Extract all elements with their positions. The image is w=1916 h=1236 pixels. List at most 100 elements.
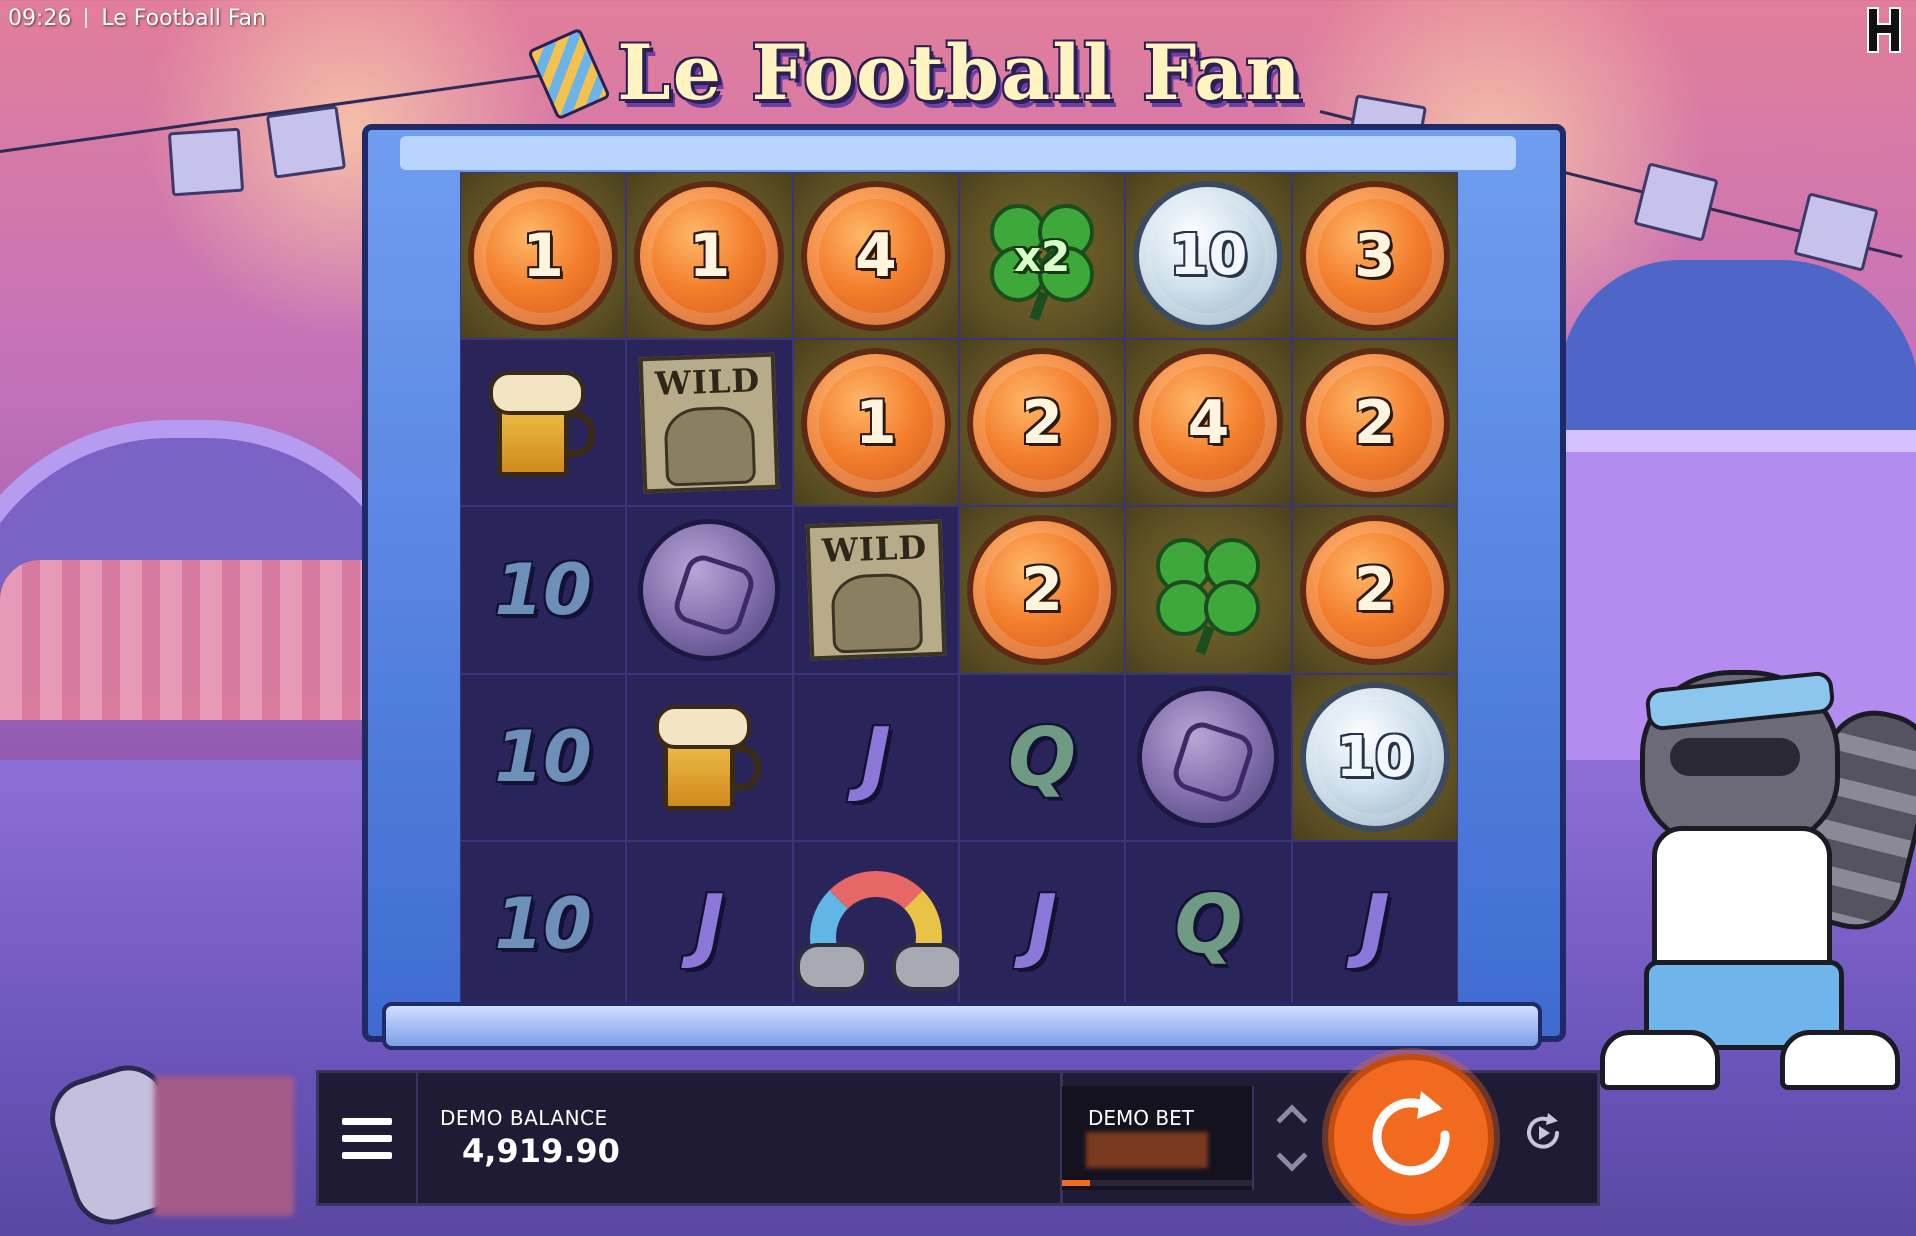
- reel-cell: 1: [460, 172, 627, 340]
- low-symbol-j: J: [860, 710, 891, 804]
- bet-label: DEMO BET: [1088, 1106, 1194, 1130]
- clover-icon: [1148, 530, 1268, 655]
- mascot-shoe: [1600, 1030, 1720, 1090]
- reel-cell: 2: [958, 339, 1126, 507]
- reel-cell: J: [1291, 840, 1458, 1008]
- reel-cell: 4: [792, 172, 959, 340]
- reel-cell: 4: [1125, 339, 1292, 507]
- chevron-down-icon[interactable]: [1276, 1140, 1308, 1172]
- coin-value: 2: [1353, 554, 1396, 625]
- reel-cell: WILD: [792, 506, 959, 674]
- coin-value: 10: [1169, 223, 1248, 289]
- orange-coin-symbol: 4: [800, 180, 951, 331]
- low-symbol-j: J: [1027, 877, 1058, 971]
- orange-coin-symbol: 2: [967, 347, 1118, 498]
- coin-value: 1: [688, 220, 731, 291]
- spin-button[interactable]: [1328, 1054, 1494, 1220]
- wild-poster-symbol: WILD: [805, 519, 947, 661]
- low-symbol-j: J: [1359, 877, 1390, 971]
- bunting-flag: [1793, 192, 1879, 272]
- clover-icon: x2: [982, 196, 1102, 321]
- reel-cell: [1125, 506, 1292, 674]
- orange-coin-symbol: 1: [634, 180, 785, 331]
- coin-value: 1: [854, 387, 897, 458]
- reel-cell: 2: [1291, 339, 1458, 507]
- chevron-up-icon[interactable]: [1276, 1104, 1308, 1136]
- football-icon: [1137, 686, 1280, 829]
- background-trees: [1560, 260, 1916, 440]
- coin-value: 3: [1353, 220, 1396, 291]
- orange-coin-symbol: 1: [800, 347, 951, 498]
- orange-coin-symbol: 1: [468, 180, 619, 331]
- status-time: 09:26: [8, 5, 72, 31]
- coin-value: 2: [1021, 387, 1064, 458]
- reel-cell: [626, 506, 793, 674]
- multiplier-label: x2: [1013, 231, 1071, 281]
- football-icon: [638, 518, 781, 661]
- low-symbol-ten: 10: [494, 548, 592, 631]
- reel-cell: 10: [1291, 673, 1458, 841]
- coin-value: 2: [1021, 554, 1064, 625]
- coin-value: 4: [854, 220, 897, 291]
- reel-cell: Q: [958, 673, 1126, 841]
- coin-value: 2: [1353, 387, 1396, 458]
- orange-coin-symbol: 2: [1299, 514, 1450, 665]
- reel-cell: 1: [626, 172, 793, 340]
- reel-cell: [792, 840, 964, 1008]
- orange-coin-symbol: 4: [1133, 347, 1284, 498]
- raccoon-face-icon: [830, 572, 923, 654]
- bet-level-fill: [1062, 1180, 1090, 1186]
- reel-cell: 2: [958, 506, 1126, 674]
- status-divider: [85, 8, 88, 28]
- reel-cell: [626, 673, 793, 841]
- reel-cell: 10: [1125, 172, 1292, 340]
- reel-cell: J: [958, 840, 1126, 1008]
- blurred-thumbnail: [154, 1076, 294, 1216]
- reel-cell: WILD: [626, 339, 793, 507]
- provider-logo-icon: [1867, 7, 1901, 53]
- game-title: Le Football Fan: [617, 28, 1303, 117]
- autoplay-button[interactable]: [1510, 1100, 1576, 1166]
- orange-coin-symbol: 2: [1299, 347, 1450, 498]
- low-symbol-j: J: [694, 877, 725, 971]
- mascot-eye-mask: [1670, 738, 1800, 776]
- reel-cell: [460, 339, 627, 507]
- beer-mug-icon: [483, 363, 603, 483]
- balance-label: DEMO BALANCE: [440, 1106, 608, 1130]
- coin-value: 1: [522, 220, 565, 291]
- reel-cell: 3: [1291, 172, 1458, 340]
- reel-cell: 10: [460, 506, 627, 674]
- hamburger-menu-icon: [342, 1117, 392, 1125]
- reel-grid: 1 1 4 x2 10 3 WILD 1 2 4 2 10 WILD 2 2 10 J Q 10 10 J J Q J: [460, 172, 1458, 1008]
- low-symbol-ten: 10: [494, 883, 592, 966]
- reel-cell: 10: [460, 673, 627, 841]
- coin-value: 10: [1335, 724, 1414, 790]
- rainbow-icon: [795, 859, 964, 1004]
- reel-cell: x2: [958, 172, 1126, 340]
- orange-coin-symbol: 2: [967, 514, 1118, 665]
- bet-value-redacted: [1086, 1132, 1208, 1168]
- reel-cell: J: [792, 673, 959, 841]
- raccoon-mascot: [1560, 650, 1916, 1110]
- low-symbol-q: Q: [1008, 710, 1077, 804]
- coin-value: 4: [1187, 387, 1230, 458]
- orange-coin-symbol: 3: [1299, 180, 1450, 331]
- spin-arrow-icon: [1372, 1091, 1450, 1176]
- raccoon-face-icon: [663, 405, 757, 487]
- beer-mug-icon: [649, 697, 769, 817]
- menu-button[interactable]: [318, 1072, 418, 1204]
- low-symbol-q: Q: [1174, 877, 1243, 971]
- hamburger-menu-icon: [342, 1134, 392, 1142]
- bunting-flag: [167, 127, 245, 197]
- wild-label: WILD: [654, 360, 762, 403]
- reel-cell: 2: [1291, 506, 1458, 674]
- reel-cell: Q: [1125, 840, 1292, 1008]
- cabinet-ledge: [382, 1002, 1542, 1050]
- reel-cell: J: [626, 840, 793, 1008]
- hamburger-menu-icon: [342, 1151, 392, 1159]
- reel-cell: [1125, 673, 1292, 841]
- silver-coin-symbol: 10: [1299, 682, 1450, 833]
- low-symbol-ten: 10: [494, 716, 592, 799]
- cabinet-top-trim: [400, 136, 1516, 170]
- autoplay-icon: [1527, 1113, 1559, 1149]
